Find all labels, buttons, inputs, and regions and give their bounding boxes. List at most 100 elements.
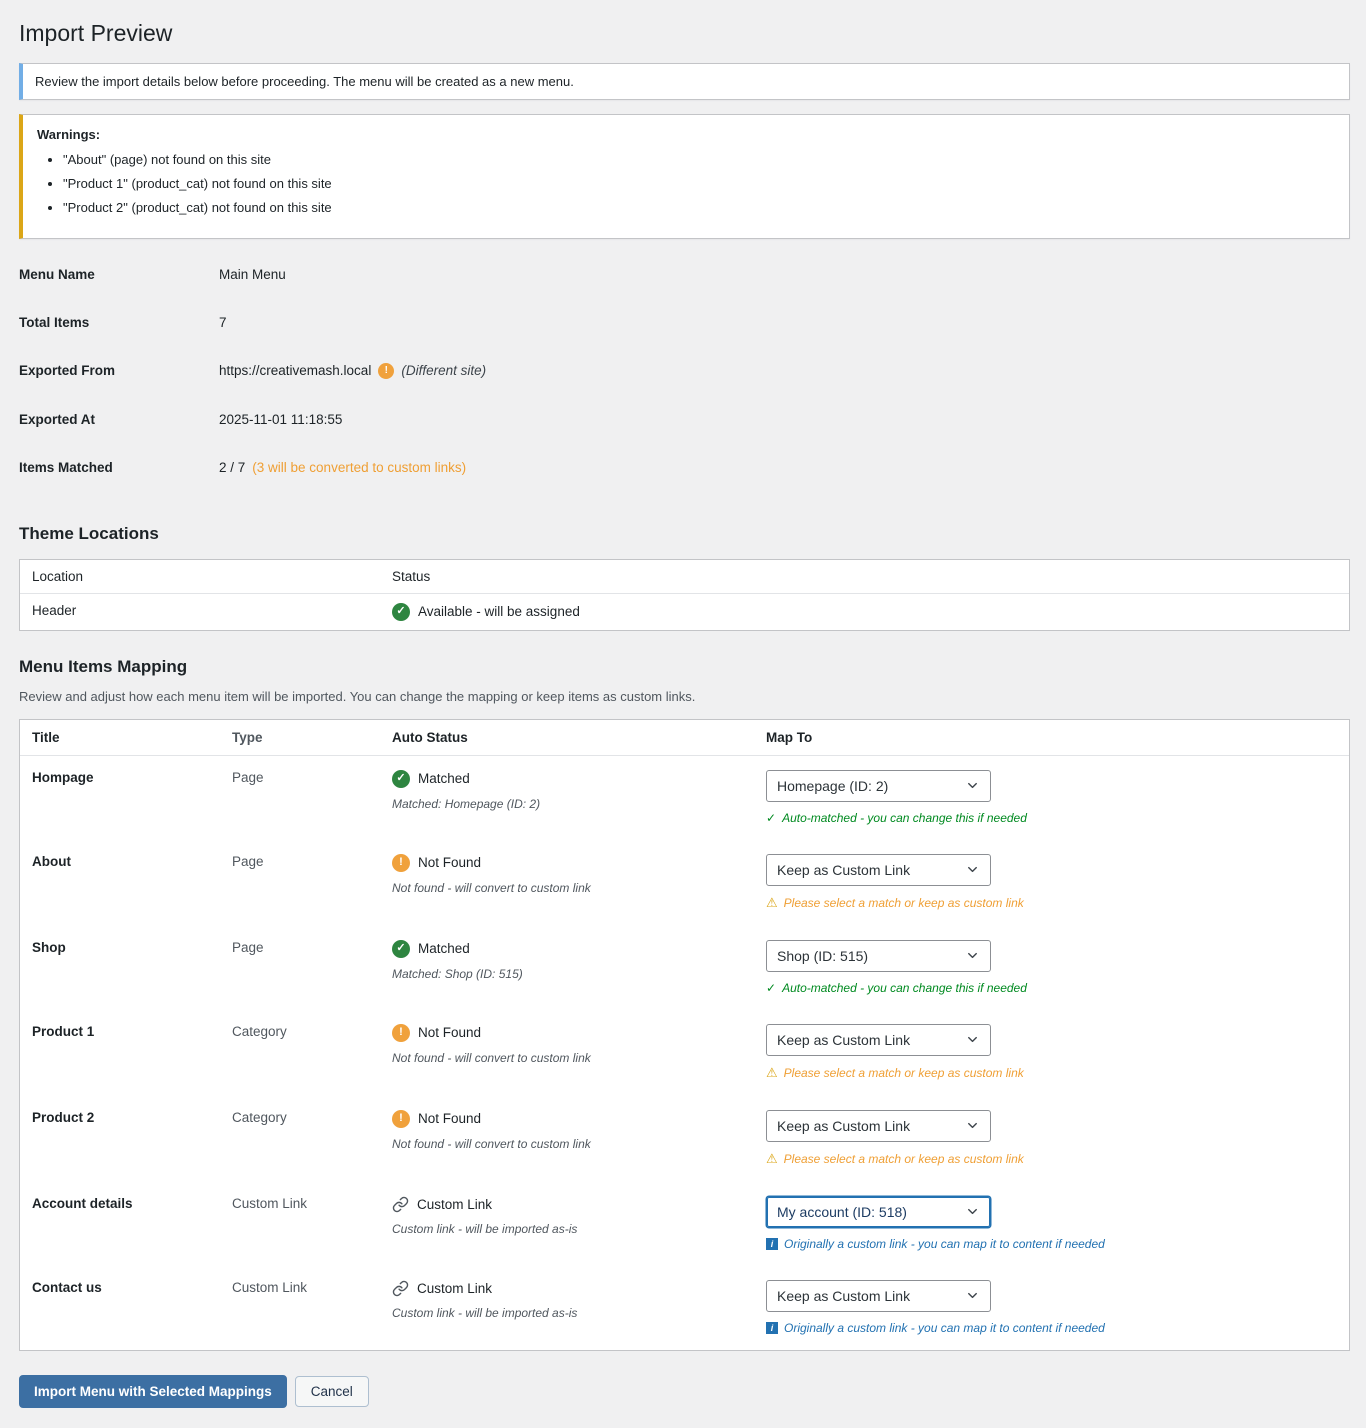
chevron-down-icon — [965, 862, 980, 877]
cancel-button[interactable]: Cancel — [295, 1376, 369, 1407]
map-to-note: ✓ ⚠ i Please select a match or keep as c… — [766, 1151, 1337, 1167]
map-to-selected-value: Homepage (ID: 2) — [777, 778, 888, 794]
detail-row: Total Items 7 ! — [19, 315, 1350, 363]
import-preview-page: Import Preview Review the import details… — [0, 0, 1366, 1428]
location-status: Available - will be assigned — [418, 604, 580, 619]
import-menu-button[interactable]: Import Menu with Selected Mappings — [19, 1375, 287, 1408]
form-actions: Import Menu with Selected Mappings Cance… — [19, 1375, 1350, 1408]
import-details: Menu Name Main Menu ! Total Items 7 ! Ex… — [19, 267, 1350, 508]
map-to-selected-value: Keep as Custom Link — [777, 1118, 910, 1134]
info-notice-text: Review the import details below before p… — [35, 74, 1337, 89]
item-type: Custom Link — [220, 1194, 380, 1253]
mapping-row: Account details Custom Link ✓ ! Custom L… — [20, 1182, 1349, 1266]
chain-link-icon — [392, 1196, 409, 1213]
mapping-row: Contact us Custom Link ✓ ! Custom Link C… — [20, 1266, 1349, 1350]
mapping-row: Hompage Page ✓ ! Matched Matched: Homepa… — [20, 756, 1349, 840]
detail-value: Main Menu — [219, 267, 286, 282]
warnings-notice: Warnings: "About" (page) not found on th… — [19, 114, 1350, 239]
detail-extra: (3 will be converted to custom links) — [252, 460, 466, 475]
mapping-row: Product 1 Category ✓ ! Not Found Not fou… — [20, 1010, 1349, 1096]
map-to-select[interactable]: Shop (ID: 515) — [766, 940, 991, 972]
map-to-note: ✓ ⚠ i Auto-matched - you can change this… — [766, 811, 1337, 825]
mapping-row: Shop Page ✓ ! Matched Matched: Shop (ID:… — [20, 926, 1349, 1010]
map-to-note: ✓ ⚠ i Originally a custom link - you can… — [766, 1321, 1337, 1335]
detail-value: https://creativemash.local — [219, 363, 371, 378]
map-to-note-text: Please select a match or keep as custom … — [784, 1066, 1024, 1080]
exclamation-circle-icon: ! — [392, 1024, 410, 1042]
chevron-down-icon — [965, 1032, 980, 1047]
column-title: Title — [20, 720, 220, 755]
detail-row: Items Matched 2 / 7 ! (3 will be convert… — [19, 460, 1350, 508]
map-to-note-text: Auto-matched - you can change this if ne… — [782, 981, 1027, 995]
detail-value: 2025-11-01 11:18:55 — [219, 412, 342, 427]
column-location: Location — [20, 560, 380, 593]
exclamation-circle-icon: ! — [392, 854, 410, 872]
map-to-select[interactable]: Homepage (ID: 2) — [766, 770, 991, 802]
map-to-note-text: Originally a custom link - you can map i… — [784, 1237, 1105, 1251]
warnings-list: "About" (page) not found on this site "P… — [63, 152, 1335, 215]
detail-label: Items Matched — [19, 460, 219, 475]
auto-status-note: Not found - will convert to custom link — [392, 1137, 742, 1151]
item-title: Product 1 — [20, 1022, 220, 1083]
auto-status-note: Custom link - will be imported as-is — [392, 1222, 742, 1236]
warning-triangle-icon: ⚠ — [766, 1151, 778, 1167]
chevron-down-icon — [965, 778, 980, 793]
map-to-select[interactable]: Keep as Custom Link — [766, 1024, 991, 1056]
map-to-note: ✓ ⚠ i Please select a match or keep as c… — [766, 1065, 1337, 1081]
theme-locations-heading: Theme Locations — [19, 524, 1350, 544]
chevron-down-icon — [965, 948, 980, 963]
location-name: Header — [20, 594, 380, 630]
map-to-select[interactable]: Keep as Custom Link — [766, 854, 991, 886]
auto-status-label: Not Found — [418, 855, 481, 870]
warning-triangle-icon: ⚠ — [766, 895, 778, 911]
detail-value: 2 / 7 — [219, 460, 245, 475]
item-type: Category — [220, 1108, 380, 1169]
mapping-row: About Page ✓ ! Not Found Not found - wil… — [20, 840, 1349, 926]
item-title: Hompage — [20, 768, 220, 827]
map-to-note-text: Please select a match or keep as custom … — [784, 896, 1024, 910]
auto-status-label: Matched — [418, 941, 470, 956]
warning-item: "Product 1" (product_cat) not found on t… — [63, 176, 1335, 191]
column-status: Status — [380, 560, 442, 593]
check-mark: ✓ — [766, 811, 776, 825]
map-to-select[interactable]: My account (ID: 518) — [766, 1196, 991, 1228]
map-to-note-text: Originally a custom link - you can map i… — [784, 1321, 1105, 1335]
info-notice: Review the import details below before p… — [19, 63, 1350, 100]
warning-item: "Product 2" (product_cat) not found on t… — [63, 200, 1335, 215]
map-to-select[interactable]: Keep as Custom Link — [766, 1110, 991, 1142]
chevron-down-icon — [965, 1118, 980, 1133]
chain-link-icon — [392, 1280, 409, 1297]
theme-locations-table: Location Status Header ✓ Available - wil… — [19, 559, 1350, 631]
auto-status-note: Matched: Homepage (ID: 2) — [392, 797, 742, 811]
auto-status-label: Custom Link — [417, 1197, 492, 1212]
item-type: Page — [220, 938, 380, 997]
item-type: Category — [220, 1022, 380, 1083]
map-to-note-text: Auto-matched - you can change this if ne… — [782, 811, 1027, 825]
item-type: Custom Link — [220, 1278, 380, 1337]
map-to-note: ✓ ⚠ i Please select a match or keep as c… — [766, 895, 1337, 911]
map-to-note-text: Please select a match or keep as custom … — [784, 1152, 1024, 1166]
chevron-down-icon — [965, 1204, 980, 1219]
mapping-rows: Hompage Page ✓ ! Matched Matched: Homepa… — [20, 756, 1349, 1350]
map-to-selected-value: Keep as Custom Link — [777, 862, 910, 878]
exclamation-circle-icon: ! — [392, 1110, 410, 1128]
map-to-note: ✓ ⚠ i Auto-matched - you can change this… — [766, 981, 1337, 995]
info-square-icon: i — [766, 1238, 778, 1250]
different-site-warning-icon: ! — [378, 363, 394, 379]
detail-row: Menu Name Main Menu ! — [19, 267, 1350, 315]
detail-label: Exported At — [19, 412, 219, 427]
auto-status-note: Not found - will convert to custom link — [392, 881, 742, 895]
map-to-selected-value: Keep as Custom Link — [777, 1032, 910, 1048]
check-mark: ✓ — [766, 981, 776, 995]
auto-status-label: Matched — [418, 771, 470, 786]
warnings-title: Warnings: — [37, 127, 1335, 142]
auto-status-label: Not Found — [418, 1111, 481, 1126]
map-to-select[interactable]: Keep as Custom Link — [766, 1280, 991, 1312]
column-map-to: Map To — [754, 720, 1349, 755]
item-title: Account details — [20, 1194, 220, 1253]
chevron-down-icon — [965, 1288, 980, 1303]
item-type: Page — [220, 768, 380, 827]
mapping-description: Review and adjust how each menu item wil… — [19, 689, 1350, 704]
item-title: Shop — [20, 938, 220, 997]
check-circle-icon: ✓ — [392, 603, 410, 621]
